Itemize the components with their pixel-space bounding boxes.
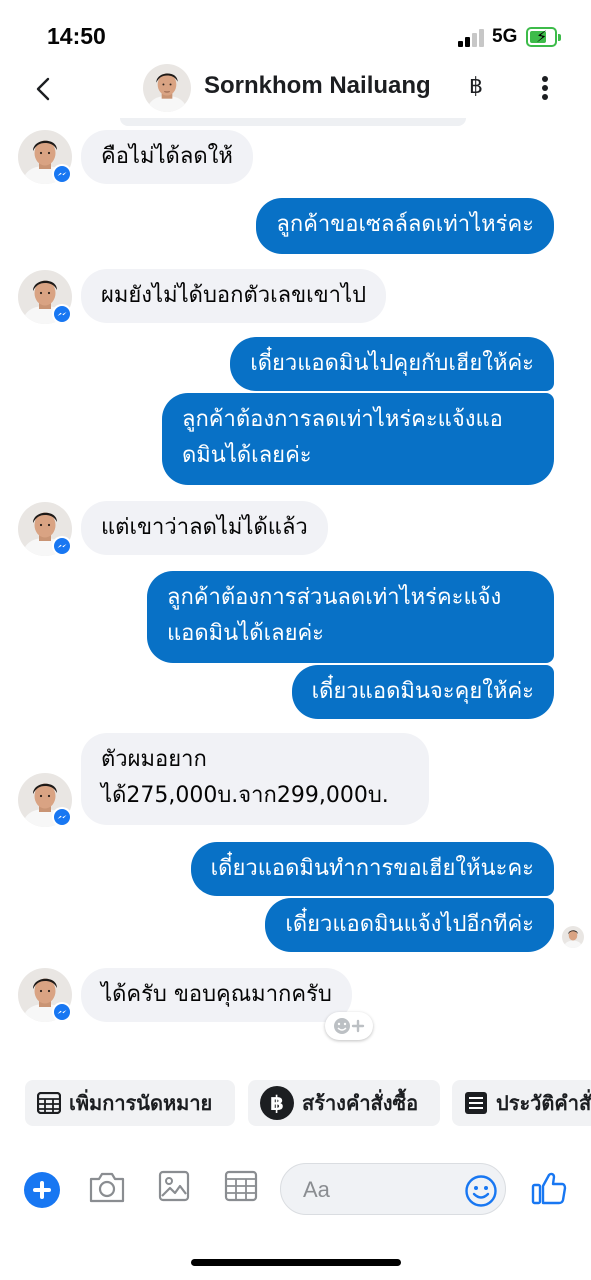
outgoing-message[interactable]: เดี๋ยวแอดมินทำการขอเฮียให้นะคะ (190, 842, 554, 896)
message-text: เดี๋ยวแอดมินจะคุยให้ค่ะ (311, 679, 534, 704)
add-reaction-icon (334, 1018, 365, 1034)
incoming-message[interactable]: ผมยังไม่ได้บอกตัวเลขเขาไป (81, 269, 387, 323)
message-text-line: ลูกค้าต้องการส่วนลดเท่าไหร่คะแจ้ง (167, 585, 502, 610)
baht-circle-icon: ฿ (260, 1086, 294, 1120)
message-text: เดี๋ยวแอดมินไปคุยกับเฮียให้ค่ะ (250, 351, 534, 376)
camera-icon[interactable] (88, 1169, 126, 1205)
contact-name[interactable]: Sornkhom Nailuang (204, 72, 431, 100)
outgoing-message[interactable]: เดี๋ยวแอดมินแจ้งไปอีกทีค่ะ (265, 898, 554, 952)
home-indicator[interactable] (191, 1259, 401, 1266)
message-text: ลูกค้าขอเซลล์ลดเท่าไหร่คะ (276, 212, 534, 237)
chip-label: ประวัติคำสั่งซื้อ (496, 1091, 591, 1115)
battery-cap (558, 34, 561, 41)
add-reaction-button[interactable] (325, 1012, 373, 1040)
add-appointment-chip[interactable]: เพิ่มการนัดหมาย (25, 1080, 235, 1126)
previous-message-edge (120, 118, 466, 126)
status-time: 14:50 (47, 23, 106, 49)
sender-avatar[interactable] (18, 270, 72, 324)
thumbs-up-icon[interactable] (530, 1169, 568, 1207)
contact-avatar[interactable] (143, 64, 191, 112)
outgoing-message[interactable]: เดี๋ยวแอดมินไปคุยกับเฮียให้ค่ะ (230, 337, 554, 391)
messenger-badge-icon (52, 536, 72, 556)
message-text: เดี๋ยวแอดมินทำการขอเฮียให้นะคะ (210, 856, 534, 881)
message-text: คือไม่ได้ลดให้ (101, 144, 233, 169)
emoji-icon[interactable] (464, 1174, 498, 1208)
order-history-chip[interactable]: ประวัติคำสั่งซื้อ (452, 1080, 591, 1126)
message-input[interactable] (303, 1174, 463, 1206)
message-text-line: ลูกค้าต้องการลดเท่าไหร่คะแจ้งแอ (182, 407, 503, 432)
message-input-box[interactable] (280, 1163, 506, 1215)
list-document-icon (464, 1091, 488, 1115)
message-text: แต่เขาว่าลดไม่ได้แล้ว (101, 515, 308, 540)
conversation-header: Sornkhom Nailuang ฿ (0, 62, 591, 122)
outgoing-message[interactable]: ลูกค้าขอเซลล์ลดเท่าไหร่คะ (256, 198, 554, 254)
plus-icon[interactable] (24, 1172, 60, 1208)
network-label: 5G (492, 26, 518, 47)
outgoing-message[interactable]: เดี๋ยวแอดมินจะคุยให้ค่ะ (291, 665, 554, 719)
message-text-line: ตัวผมอยาก (101, 747, 207, 772)
messenger-badge-icon (52, 164, 72, 184)
incoming-message[interactable]: ได้ครับ ขอบคุณมากครับ (81, 968, 352, 1022)
chip-label: เพิ่มการนัดหมาย (69, 1091, 213, 1115)
message-text: ผมยังไม่ได้บอกตัวเลขเขาไป (101, 283, 367, 308)
gallery-icon[interactable] (158, 1169, 190, 1203)
message-text-line: ดมินได้เลยค่ะ (182, 443, 312, 468)
sender-avatar[interactable] (18, 130, 72, 184)
svg-text:฿: ฿ (270, 1091, 284, 1115)
signal-strength-icon (458, 29, 486, 47)
read-receipt-avatar (562, 926, 584, 948)
sender-avatar[interactable] (18, 502, 72, 556)
incoming-message[interactable]: แต่เขาว่าลดไม่ได้แล้ว (81, 501, 328, 555)
appointment-grid-icon[interactable] (224, 1169, 258, 1203)
message-text-line: แอดมินได้เลยค่ะ (167, 621, 324, 646)
battery-charging-icon: ⚡ (526, 27, 557, 47)
incoming-message[interactable]: คือไม่ได้ลดให้ (81, 130, 253, 184)
message-text: เดี๋ยวแอดมินแจ้งไปอีกทีค่ะ (285, 912, 534, 937)
calendar-grid-icon (37, 1092, 61, 1114)
more-options-icon[interactable] (532, 74, 558, 102)
outgoing-message[interactable]: ลูกค้าต้องการส่วนลดเท่าไหร่คะแจ้ง แอดมิน… (147, 571, 554, 663)
messenger-badge-icon (52, 1002, 72, 1022)
baht-icon[interactable]: ฿ (469, 74, 483, 99)
create-order-chip[interactable]: ฿ สร้างคำสั่งซื้อ (248, 1080, 440, 1126)
message-text-line: ได้275,000บ.จาก299,000บ. (101, 783, 389, 808)
outgoing-message[interactable]: ลูกค้าต้องการลดเท่าไหร่คะแจ้งแอ ดมินได้เ… (162, 393, 554, 485)
status-bar: 14:50 5G ⚡ (0, 0, 591, 62)
messenger-badge-icon (52, 807, 72, 827)
message-text: ได้ครับ ขอบคุณมากครับ (101, 982, 332, 1007)
incoming-message[interactable]: ตัวผมอยาก ได้275,000บ.จาก299,000บ. (81, 733, 429, 825)
message-composer (0, 1155, 591, 1225)
messenger-badge-icon (52, 304, 72, 324)
sender-avatar[interactable] (18, 773, 72, 827)
sender-avatar[interactable] (18, 968, 72, 1022)
back-chevron-icon[interactable] (30, 74, 60, 104)
chip-label: สร้างคำสั่งซื้อ (302, 1091, 419, 1115)
